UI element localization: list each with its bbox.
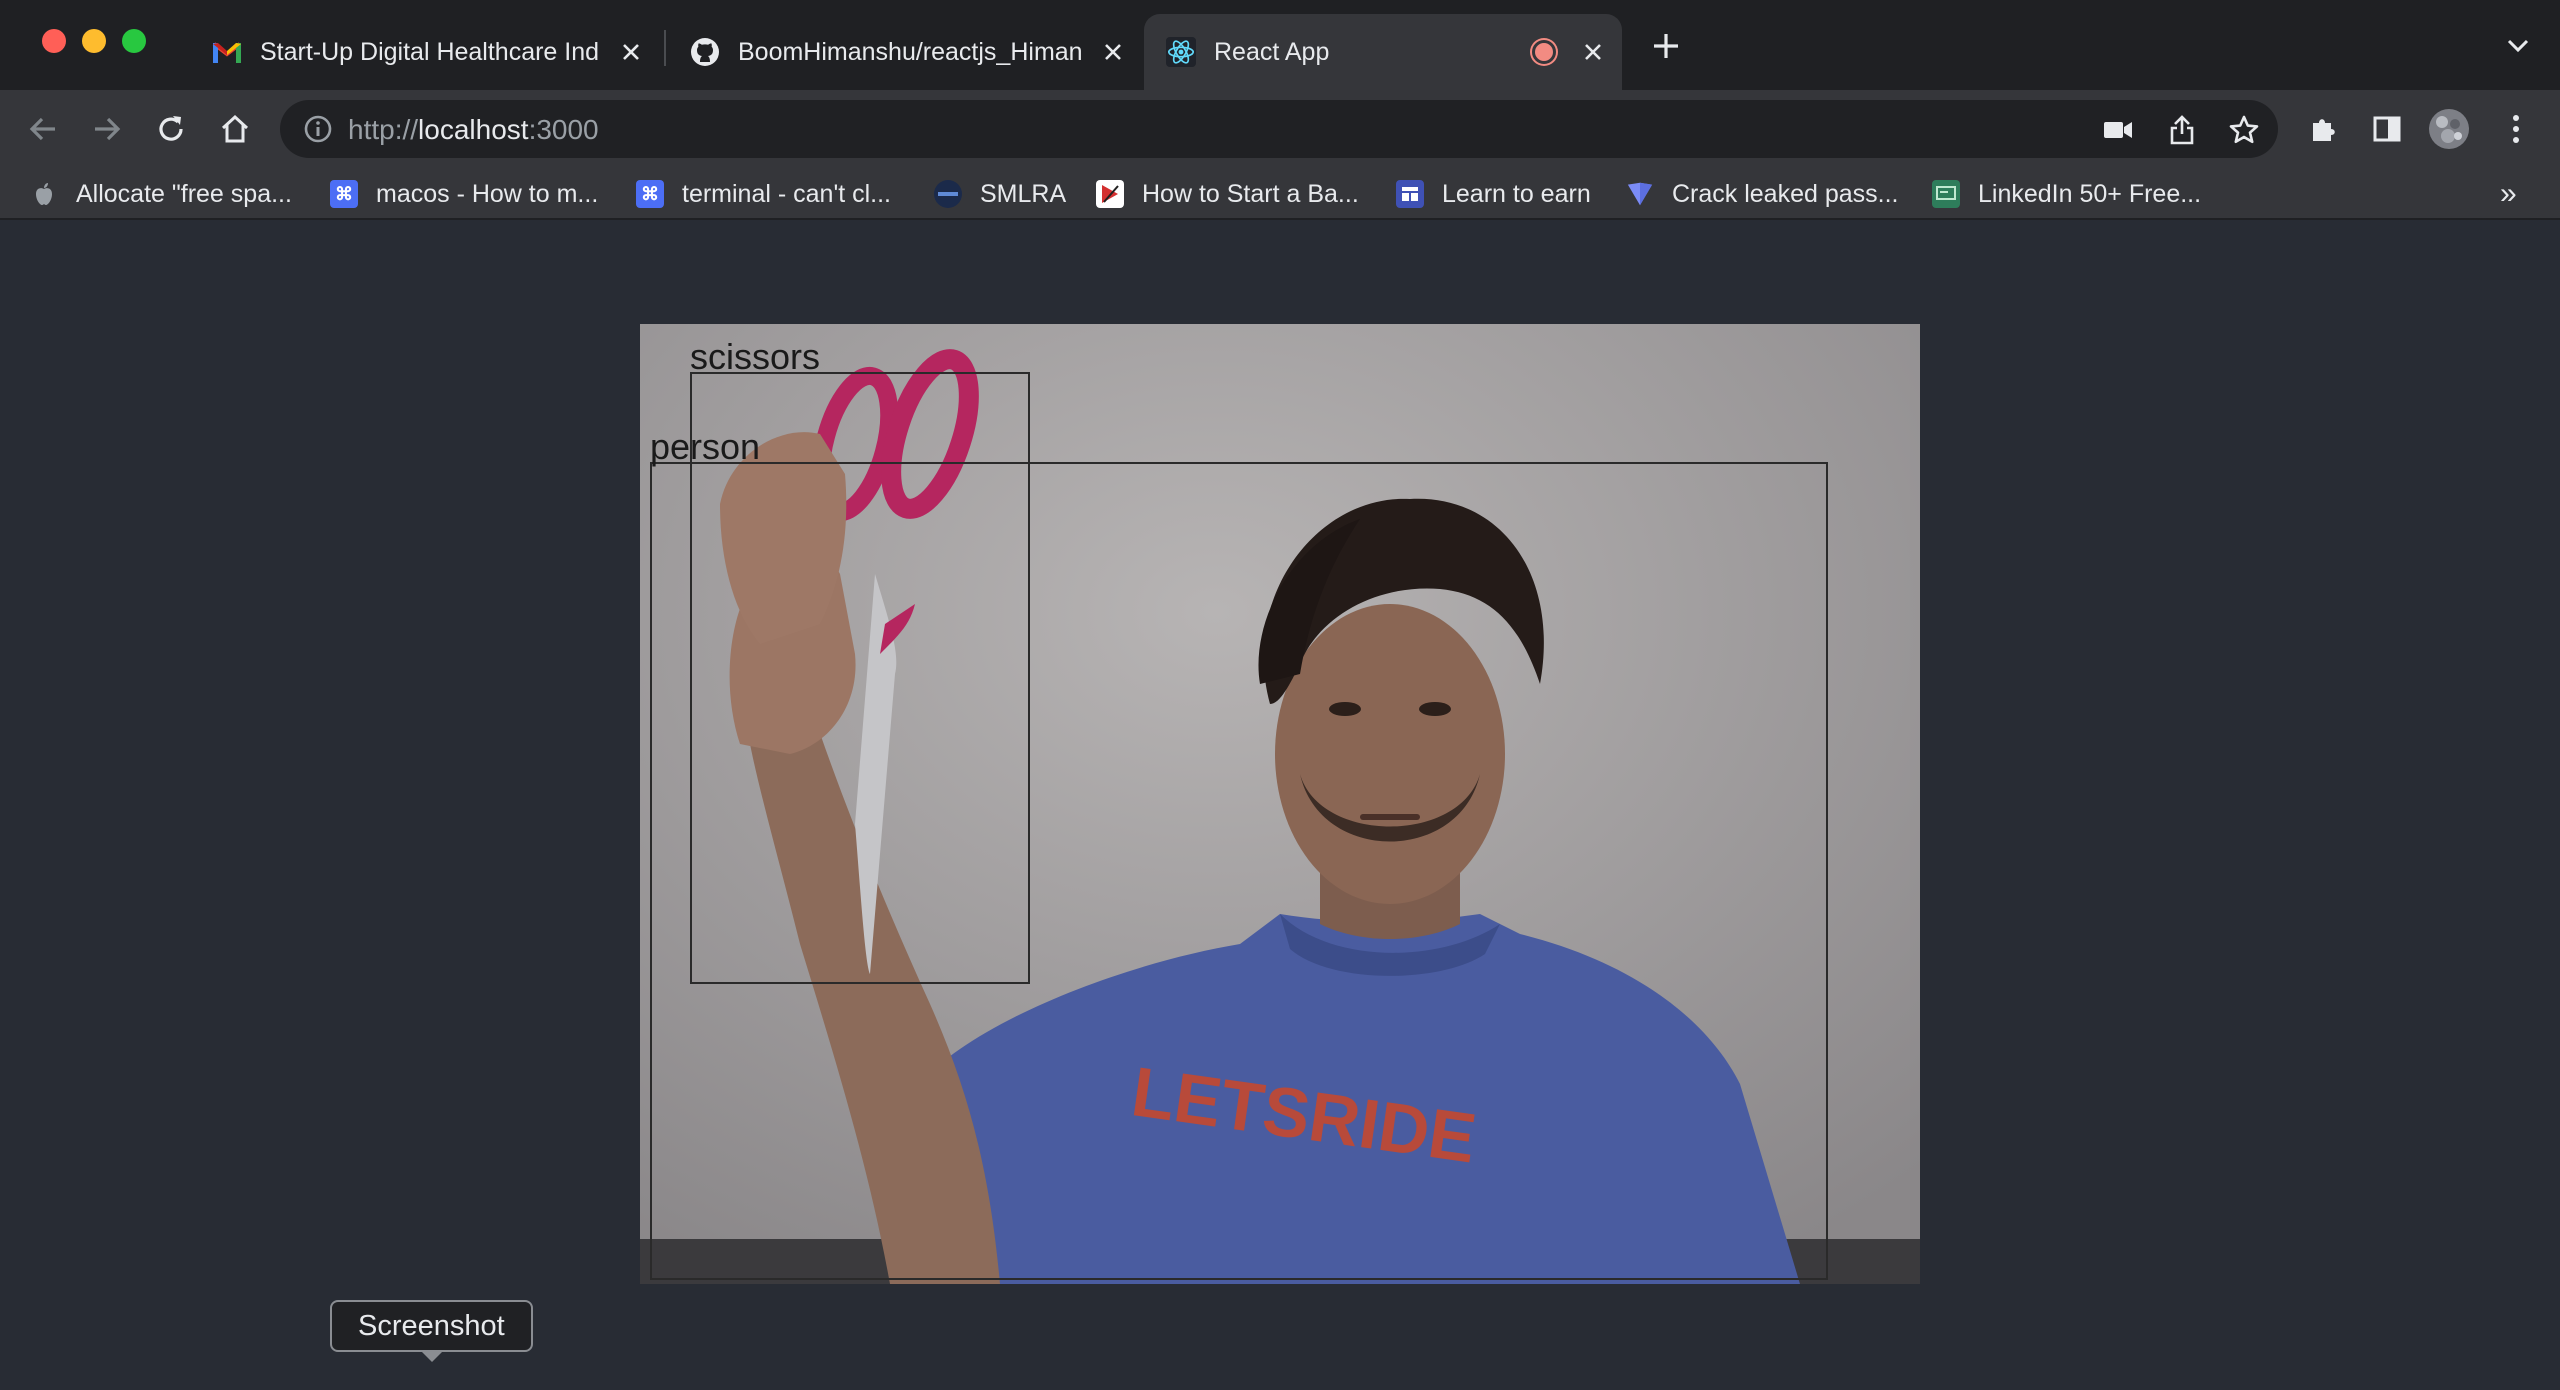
- chevron-down-icon[interactable]: [2500, 28, 2536, 64]
- window-zoom-button[interactable]: [122, 29, 146, 53]
- tab-gmail[interactable]: Start-Up Digital Healthcare Ind: [190, 14, 660, 90]
- webcam-video-feed: LETSRIDE scissors person: [640, 324, 1920, 1284]
- share-icon[interactable]: [2164, 112, 2200, 148]
- bookmark-item[interactable]: ⌘ macos - How to m...: [330, 176, 598, 212]
- back-button[interactable]: [22, 108, 64, 150]
- layout-icon: [1396, 180, 1424, 208]
- tab-title: BoomHimanshu/reactjs_Himan: [738, 37, 1083, 66]
- tab-separator: [664, 30, 666, 66]
- recording-indicator-icon: [1532, 40, 1556, 64]
- apple-icon: [30, 180, 58, 208]
- url-port: :3000: [528, 114, 599, 145]
- bookmarks-bar: Allocate "free spa... ⌘ macos - How to m…: [0, 168, 2560, 220]
- bookmark-star-icon[interactable]: [2226, 112, 2262, 148]
- close-icon[interactable]: [1098, 37, 1128, 67]
- bookmark-label: macos - How to m...: [376, 179, 599, 208]
- extensions-icon[interactable]: [2303, 108, 2345, 150]
- bookmark-item[interactable]: ⌘ terminal - can't cl...: [636, 176, 891, 212]
- side-panel-icon[interactable]: [2366, 108, 2408, 150]
- shield-icon: [1626, 180, 1654, 208]
- bookmark-item[interactable]: LinkedIn 50+ Free...: [1932, 176, 2201, 212]
- screenshot-tooltip: Screenshot: [330, 1300, 533, 1352]
- forward-button[interactable]: [86, 108, 128, 150]
- command-icon: ⌘: [330, 180, 358, 208]
- address-bar[interactable]: http://localhost:3000: [280, 100, 2278, 158]
- close-icon[interactable]: [1578, 37, 1608, 67]
- site-info-icon[interactable]: [302, 113, 334, 145]
- url-text: http://localhost:3000: [348, 114, 599, 146]
- bookmark-label: LinkedIn 50+ Free...: [1978, 179, 2202, 208]
- detection-label-scissors: scissors: [690, 336, 821, 377]
- github-icon: [690, 37, 720, 67]
- tab-react-app[interactable]: React App: [1144, 14, 1622, 90]
- bookmark-label: How to Start a Ba...: [1142, 179, 1359, 208]
- flag-icon: [1096, 180, 1124, 208]
- smlra-icon: [934, 180, 962, 208]
- bookmark-label: terminal - can't cl...: [682, 179, 891, 208]
- react-icon: [1166, 37, 1196, 67]
- bookmark-item[interactable]: How to Start a Ba...: [1096, 176, 1359, 212]
- home-button[interactable]: [214, 108, 256, 150]
- profile-avatar[interactable]: [2428, 108, 2470, 150]
- close-icon[interactable]: [616, 37, 646, 67]
- tab-github[interactable]: BoomHimanshu/reactjs_Himan: [668, 14, 1142, 90]
- certificate-icon: [1932, 180, 1960, 208]
- bookmark-label: Learn to earn: [1442, 179, 1591, 208]
- browser-toolbar: http://localhost:3000: [0, 90, 2560, 168]
- bookmark-item[interactable]: Allocate "free spa...: [30, 176, 292, 212]
- tab-title: Start-Up Digital Healthcare Ind: [260, 37, 600, 66]
- new-tab-button[interactable]: [1648, 28, 1684, 64]
- gmail-icon: [212, 37, 242, 67]
- tab-strip: Start-Up Digital Healthcare Ind BoomHima…: [0, 0, 2560, 90]
- reload-button[interactable]: [150, 108, 192, 150]
- bookmark-label: Allocate "free spa...: [76, 179, 292, 208]
- tooltip-arrow: [420, 1350, 444, 1362]
- command-icon: ⌘: [636, 180, 664, 208]
- url-scheme: http://: [348, 114, 419, 145]
- window-minimize-button[interactable]: [82, 29, 106, 53]
- bookmark-label: Crack leaked pass...: [1672, 179, 1899, 208]
- more-bookmarks-button[interactable]: »: [2500, 170, 2517, 218]
- window-close-button[interactable]: [42, 29, 66, 53]
- bookmark-item[interactable]: SMLRA: [934, 176, 1066, 212]
- url-host: localhost: [418, 114, 529, 145]
- menu-kebab-icon[interactable]: [2495, 108, 2537, 150]
- camera-icon[interactable]: [2100, 112, 2136, 148]
- react-app-page: LETSRIDE scissors person: [0, 220, 2560, 1390]
- bookmark-item[interactable]: Learn to earn: [1396, 176, 1591, 212]
- bookmark-item[interactable]: Crack leaked pass...: [1626, 176, 1899, 212]
- tab-title: React App: [1214, 37, 1330, 66]
- detection-label-person: person: [650, 426, 761, 467]
- bookmark-label: SMLRA: [980, 179, 1067, 208]
- detection-box-person: [650, 462, 1828, 1280]
